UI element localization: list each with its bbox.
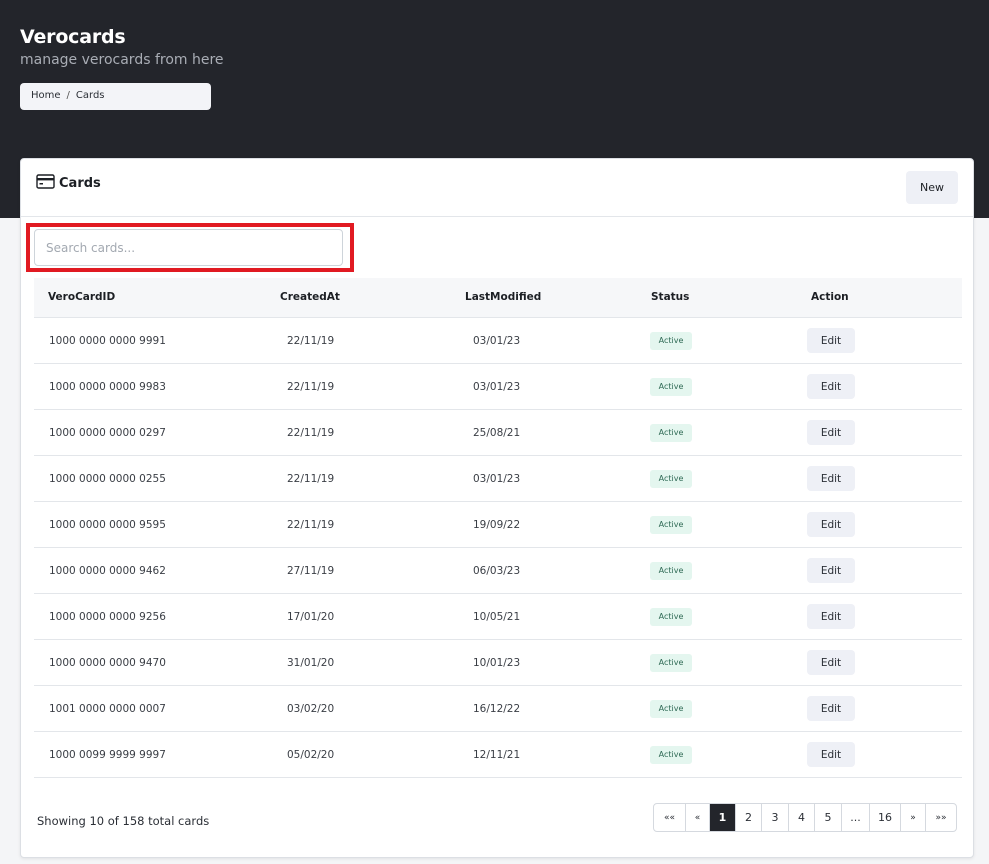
modified-cell: 03/01/23 xyxy=(473,473,521,485)
pagination-ellipsis: ... xyxy=(842,804,870,831)
edit-button[interactable]: Edit xyxy=(807,466,855,491)
table-row: 1000 0000 0000 0255 22/11/19 03/01/23 Ac… xyxy=(34,456,962,502)
breadcrumb-separator: / xyxy=(66,90,70,101)
table-row: 1001 0000 0000 0007 03/02/20 16/12/22 Ac… xyxy=(34,686,962,732)
card-id-cell: 1000 0000 0000 9991 xyxy=(49,335,166,347)
edit-button[interactable]: Edit xyxy=(807,328,855,353)
page-title: Verocards xyxy=(20,26,126,48)
cards-panel: Cards New VeroCardID CreatedAt LastModif… xyxy=(20,158,974,858)
created-cell: 22/11/19 xyxy=(287,473,335,485)
modified-cell: 03/01/23 xyxy=(473,335,521,347)
edit-button[interactable]: Edit xyxy=(807,374,855,399)
pagination-page-5[interactable]: 5 xyxy=(815,804,842,831)
cards-panel-title: Cards xyxy=(59,176,101,191)
created-cell: 27/11/19 xyxy=(287,565,335,577)
table-row: 1000 0000 0000 9595 22/11/19 19/09/22 Ac… xyxy=(34,502,962,548)
pagination: «« « 1 2 3 4 5 ... 16 » »» xyxy=(653,803,957,832)
created-cell: 22/11/19 xyxy=(287,427,335,439)
table-row: 1000 0099 9999 9997 05/02/20 12/11/21 Ac… xyxy=(34,732,962,778)
modified-cell: 25/08/21 xyxy=(473,427,521,439)
created-cell: 17/01/20 xyxy=(287,611,335,623)
pagination-page-4[interactable]: 4 xyxy=(789,804,815,831)
credit-card-icon xyxy=(36,174,55,193)
table-row: 1000 0000 0000 9991 22/11/19 03/01/23 Ac… xyxy=(34,318,962,364)
table-row: 1000 0000 0000 9256 17/01/20 10/05/21 Ac… xyxy=(34,594,962,640)
breadcrumb-current: Cards xyxy=(75,90,105,101)
pagination-page-3[interactable]: 3 xyxy=(762,804,789,831)
created-cell: 05/02/20 xyxy=(287,749,335,761)
created-cell: 03/02/20 xyxy=(287,703,335,715)
card-id-cell: 1000 0000 0000 9256 xyxy=(49,611,166,623)
pagination-last[interactable]: »» xyxy=(926,804,956,831)
edit-button[interactable]: Edit xyxy=(807,512,855,537)
column-header-lastmodified: LastModified xyxy=(465,291,542,303)
new-card-button[interactable]: New xyxy=(906,171,958,204)
card-id-cell: 1000 0000 0000 9462 xyxy=(49,565,166,577)
modified-cell: 03/01/23 xyxy=(473,381,521,393)
pagination-prev[interactable]: « xyxy=(686,804,710,831)
status-badge: Active xyxy=(650,700,692,718)
edit-button[interactable]: Edit xyxy=(807,558,855,583)
search-input[interactable] xyxy=(34,229,343,266)
modified-cell: 19/09/22 xyxy=(473,519,521,531)
cards-panel-title-group: Cards xyxy=(36,174,101,193)
status-badge: Active xyxy=(650,470,692,488)
pagination-page-2[interactable]: 2 xyxy=(736,804,762,831)
created-cell: 22/11/19 xyxy=(287,381,335,393)
card-id-cell: 1000 0000 0000 9595 xyxy=(49,519,166,531)
cards-panel-header: Cards New xyxy=(21,159,973,217)
created-cell: 22/11/19 xyxy=(287,335,335,347)
card-id-cell: 1000 0000 0000 0297 xyxy=(49,427,166,439)
status-badge: Active xyxy=(650,608,692,626)
created-cell: 31/01/20 xyxy=(287,657,335,669)
card-id-cell: 1000 0000 0000 0255 xyxy=(49,473,166,485)
table-row: 1000 0000 0000 0297 22/11/19 25/08/21 Ac… xyxy=(34,410,962,456)
card-id-cell: 1000 0000 0000 9470 xyxy=(49,657,166,669)
status-badge: Active xyxy=(650,562,692,580)
page-subtitle: manage verocards from here xyxy=(20,52,224,68)
breadcrumb-home-link[interactable]: Home xyxy=(31,90,61,103)
table-header: VeroCardID CreatedAt LastModified Status… xyxy=(34,278,962,318)
edit-button[interactable]: Edit xyxy=(807,420,855,445)
table-row: 1000 0000 0000 9983 22/11/19 03/01/23 Ac… xyxy=(34,364,962,410)
card-id-cell: 1000 0000 0000 9983 xyxy=(49,381,166,393)
modified-cell: 12/11/21 xyxy=(473,749,521,761)
edit-button[interactable]: Edit xyxy=(807,604,855,629)
status-badge: Active xyxy=(650,746,692,764)
table-row: 1000 0000 0000 9462 27/11/19 06/03/23 Ac… xyxy=(34,548,962,594)
cards-table: VeroCardID CreatedAt LastModified Status… xyxy=(34,278,962,778)
status-badge: Active xyxy=(650,378,692,396)
pagination-page-1[interactable]: 1 xyxy=(710,804,736,831)
edit-button[interactable]: Edit xyxy=(807,696,855,721)
breadcrumb: Home / Cards xyxy=(20,83,211,110)
modified-cell: 10/05/21 xyxy=(473,611,521,623)
status-badge: Active xyxy=(650,654,692,672)
modified-cell: 16/12/22 xyxy=(473,703,521,715)
card-id-cell: 1001 0000 0000 0007 xyxy=(49,703,166,715)
modified-cell: 10/01/23 xyxy=(473,657,521,669)
card-id-cell: 1000 0099 9999 9997 xyxy=(49,749,166,761)
status-badge: Active xyxy=(650,424,692,442)
edit-button[interactable]: Edit xyxy=(807,650,855,675)
created-cell: 22/11/19 xyxy=(287,519,335,531)
pagination-next[interactable]: » xyxy=(901,804,926,831)
status-badge: Active xyxy=(650,516,692,534)
pagination-first[interactable]: «« xyxy=(654,804,686,831)
column-header-status: Status xyxy=(651,291,690,303)
column-header-verocardid: VeroCardID xyxy=(48,291,116,303)
results-count: Showing 10 of 158 total cards xyxy=(37,814,210,828)
column-header-action: Action xyxy=(811,291,849,303)
pagination-page-16[interactable]: 16 xyxy=(870,804,901,831)
column-header-createdat: CreatedAt xyxy=(280,291,340,303)
table-row: 1000 0000 0000 9470 31/01/20 10/01/23 Ac… xyxy=(34,640,962,686)
edit-button[interactable]: Edit xyxy=(807,742,855,767)
status-badge: Active xyxy=(650,332,692,350)
modified-cell: 06/03/23 xyxy=(473,565,521,577)
